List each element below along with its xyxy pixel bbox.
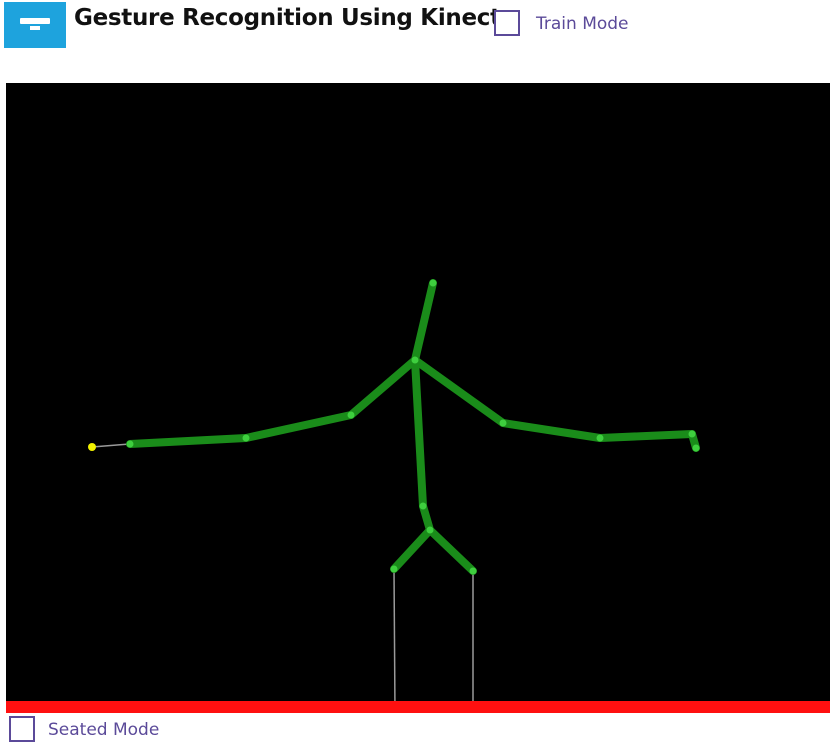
joint-spine <box>419 502 427 510</box>
seated-mode-checkbox[interactable] <box>9 716 35 742</box>
bone-upper-arm-right <box>499 419 604 442</box>
bone-leg-left-inferred <box>393 568 396 713</box>
skeleton-view <box>6 83 830 713</box>
joint-elbow-right <box>596 434 604 442</box>
bone-forearm-right <box>596 430 696 442</box>
skeleton-drawing <box>88 279 700 713</box>
train-mode-label[interactable]: Train Mode <box>536 14 629 34</box>
joint-shoulder-center <box>411 356 419 364</box>
inferred-bones <box>91 443 474 713</box>
kinect-sensor-icon <box>4 2 66 48</box>
joint-shoulder-right <box>499 419 507 427</box>
app-title: Gesture Recognition Using Kinect <box>74 5 501 31</box>
clipped-bottom-indicator <box>6 701 830 713</box>
joints <box>126 279 700 575</box>
bone-shoulder-left <box>347 356 419 419</box>
seated-mode-label[interactable]: Seated Mode <box>48 720 159 740</box>
bone-forearm-left <box>126 434 250 448</box>
joint-hip-right <box>469 567 477 575</box>
joint-elbow-left <box>242 434 250 442</box>
bone-spine <box>411 356 427 510</box>
bone-hand-left-inferred <box>91 443 131 448</box>
joint-shoulder-left <box>347 411 355 419</box>
bone-hip-right <box>426 526 477 575</box>
joint-wrist-left <box>126 440 134 448</box>
bone-hip-left <box>390 526 434 573</box>
bone-upper-arm-left <box>242 411 355 442</box>
joint-hand-right <box>692 444 700 452</box>
bone-shoulder-right <box>411 356 507 427</box>
tracked-bones <box>126 279 700 575</box>
joint-hip-left <box>390 565 398 573</box>
joint-head <box>429 279 437 287</box>
bone-head-neck <box>411 279 437 364</box>
joint-hip-center <box>426 526 434 534</box>
joint-hand-left-highlight <box>88 443 96 451</box>
train-mode-checkbox[interactable] <box>494 10 520 36</box>
app-header: Gesture Recognition Using Kinect Train M… <box>0 0 837 56</box>
joint-wrist-right <box>688 430 696 438</box>
